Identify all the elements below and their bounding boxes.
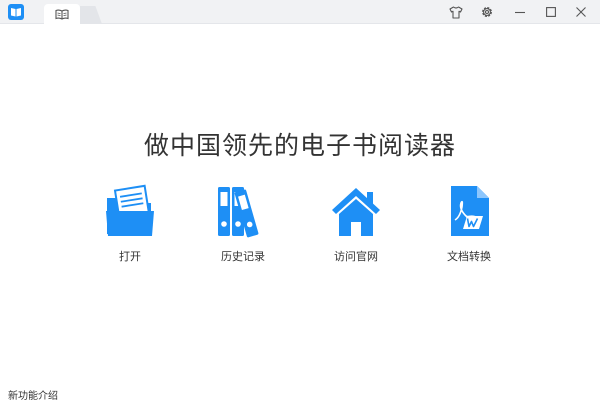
skin-button[interactable]: [447, 3, 465, 21]
minimize-icon: [515, 11, 525, 14]
history-label: 历史记录: [221, 250, 265, 263]
document-convert-label: 文档转换: [447, 250, 491, 263]
new-tab-button[interactable]: [80, 6, 102, 24]
whats-new-link[interactable]: 新功能介绍: [8, 387, 58, 402]
tab-reader-home[interactable]: [44, 4, 80, 24]
title-bar: [0, 0, 600, 24]
binders-history-icon: [217, 184, 269, 238]
visit-website-button[interactable]: 访问官网: [316, 184, 396, 266]
maximize-icon: [546, 7, 556, 17]
home-icon: [330, 184, 382, 238]
folder-open-icon: [104, 184, 156, 238]
app-window: 做中国领先的电子书阅读器 打开 历史记录 访问官网 文档转换 新功能介绍: [0, 0, 600, 406]
visit-website-label: 访问官网: [334, 250, 378, 263]
tshirt-icon: [449, 5, 463, 19]
book-logo-icon: [8, 4, 24, 20]
document-convert-button[interactable]: 文档转换: [429, 184, 509, 266]
page-headline: 做中国领先的电子书阅读器: [143, 131, 456, 160]
pdf-to-word-icon: [443, 184, 495, 238]
open-book-icon: [55, 9, 69, 20]
close-icon: [576, 7, 586, 17]
open-label: 打开: [119, 250, 141, 263]
settings-button[interactable]: [478, 3, 496, 21]
open-button[interactable]: 打开: [90, 184, 170, 266]
maximize-button[interactable]: [542, 3, 560, 21]
history-button[interactable]: 历史记录: [203, 184, 283, 266]
close-button[interactable]: [572, 3, 590, 21]
minimize-button[interactable]: [511, 3, 529, 21]
gear-icon: [482, 7, 492, 17]
